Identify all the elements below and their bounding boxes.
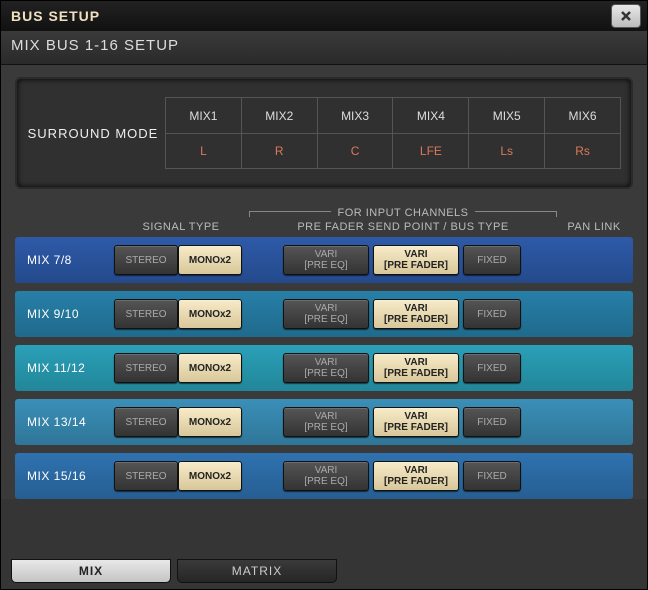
btn-line2: [PRE FADER] (384, 368, 448, 379)
signal-type-group: STEREOMONOx2 (111, 461, 245, 491)
surround-mix-cell: MIX6 (545, 97, 621, 133)
surround-mode-box: SURROUND MODE MIX1 MIX2 MIX3 MIX4 MIX5 M… (15, 77, 633, 189)
bus-setup-window: BUS SETUP MIX BUS 1-16 SETUP SURROUND MO… (0, 0, 648, 590)
vari-pre-eq-button[interactable]: VARI[PRE EQ] (283, 353, 369, 383)
mono-button[interactable]: MONOx2 (178, 245, 242, 275)
mono-button[interactable]: MONOx2 (178, 461, 242, 491)
close-button[interactable] (611, 4, 641, 28)
vari-pre-eq-button[interactable]: VARI[PRE EQ] (283, 299, 369, 329)
vari-pre-fader-button[interactable]: VARI[PRE FADER] (373, 461, 459, 491)
surround-ch-cell: Ls (469, 133, 545, 169)
surround-mix-row: MIX1 MIX2 MIX3 MIX4 MIX5 MIX6 (166, 97, 621, 133)
mono-button[interactable]: MONOx2 (178, 299, 242, 329)
stereo-button[interactable]: STEREO (114, 245, 178, 275)
mono-button[interactable]: MONOx2 (178, 353, 242, 383)
body: SURROUND MODE MIX1 MIX2 MIX3 MIX4 MIX5 M… (1, 65, 647, 499)
btn-line1: VARI (404, 249, 427, 260)
btn-line1: VARI (404, 411, 427, 422)
vari-pre-fader-button[interactable]: VARI[PRE FADER] (373, 299, 459, 329)
btn-line2: [PRE FADER] (384, 476, 448, 487)
fixed-button[interactable]: FIXED (463, 299, 521, 329)
stereo-button[interactable]: STEREO (114, 407, 178, 437)
signal-type-group: STEREOMONOx2 (111, 245, 245, 275)
send-point-group: VARI[PRE EQ]VARI[PRE FADER]FIXED (245, 353, 559, 383)
btn-line2: [PRE FADER] (384, 422, 448, 433)
send-point-group: VARI[PRE EQ]VARI[PRE FADER]FIXED (245, 407, 559, 437)
surround-mix-cell: MIX4 (393, 97, 469, 133)
surround-mix-cell: MIX3 (318, 97, 394, 133)
btn-line2: [PRE EQ] (304, 368, 347, 379)
btn-line2: [PRE FADER] (384, 260, 448, 271)
mix-row: MIX 7/8STEREOMONOx2VARI[PRE EQ]VARI[PRE … (15, 237, 633, 283)
btn-line1: VARI (404, 357, 427, 368)
mix-row-label: MIX 15/16 (19, 469, 111, 483)
send-point-group: VARI[PRE EQ]VARI[PRE FADER]FIXED (245, 299, 559, 329)
stereo-button[interactable]: STEREO (114, 299, 178, 329)
send-point-group: VARI[PRE EQ]VARI[PRE FADER]FIXED (245, 245, 559, 275)
titlebar: BUS SETUP (1, 1, 647, 31)
vari-pre-fader-button[interactable]: VARI[PRE FADER] (373, 407, 459, 437)
tab-mix[interactable]: MIX (11, 559, 171, 583)
vari-pre-eq-button[interactable]: VARI[PRE EQ] (283, 245, 369, 275)
mix-row: MIX 11/12STEREOMONOx2VARI[PRE EQ]VARI[PR… (15, 345, 633, 391)
btn-line1: VARI (404, 303, 427, 314)
btn-line1: VARI (315, 465, 338, 476)
window-subtitle: MIX BUS 1-16 SETUP (1, 31, 647, 65)
vari-pre-fader-button[interactable]: VARI[PRE FADER] (373, 245, 459, 275)
surround-ch-cell: R (242, 133, 318, 169)
fixed-button[interactable]: FIXED (463, 353, 521, 383)
stereo-button[interactable]: STEREO (114, 353, 178, 383)
btn-line1: VARI (404, 465, 427, 476)
btn-line2: [PRE EQ] (304, 260, 347, 271)
fixed-button[interactable]: FIXED (463, 461, 521, 491)
mix-row-label: MIX 11/12 (19, 361, 111, 375)
header-for-input: FOR INPUT CHANNELS PRE FADER SEND POINT … (249, 207, 557, 233)
signal-type-group: STEREOMONOx2 (111, 407, 245, 437)
header-for-input-title: FOR INPUT CHANNELS (331, 207, 474, 219)
mono-button[interactable]: MONOx2 (178, 407, 242, 437)
btn-line1: VARI (315, 357, 338, 368)
window-title: BUS SETUP (11, 8, 100, 24)
vari-pre-fader-button[interactable]: VARI[PRE FADER] (373, 353, 459, 383)
header-signal-type: SIGNAL TYPE (113, 221, 249, 233)
close-icon (620, 10, 632, 22)
surround-ch-cell: LFE (393, 133, 469, 169)
btn-line1: VARI (315, 303, 338, 314)
signal-type-group: STEREOMONOx2 (111, 353, 245, 383)
btn-line2: [PRE FADER] (384, 314, 448, 325)
vari-pre-eq-button[interactable]: VARI[PRE EQ] (283, 461, 369, 491)
surround-grid: MIX1 MIX2 MIX3 MIX4 MIX5 MIX6 L R C LFE … (165, 97, 621, 169)
btn-line2: [PRE EQ] (304, 422, 347, 433)
btn-line1: VARI (315, 411, 338, 422)
fixed-button[interactable]: FIXED (463, 407, 521, 437)
surround-ch-cell: Rs (545, 133, 621, 169)
mix-rows: MIX 7/8STEREOMONOx2VARI[PRE EQ]VARI[PRE … (15, 237, 633, 499)
fixed-button[interactable]: FIXED (463, 245, 521, 275)
header-send-point: PRE FADER SEND POINT / BUS TYPE (249, 221, 557, 233)
btn-line1: VARI (315, 249, 338, 260)
send-point-group: VARI[PRE EQ]VARI[PRE FADER]FIXED (245, 461, 559, 491)
btn-line2: [PRE EQ] (304, 476, 347, 487)
bottom-tabs: MIX MATRIX (11, 559, 337, 583)
surround-mix-cell: MIX5 (469, 97, 545, 133)
header-pan-link: PAN LINK (557, 221, 631, 233)
signal-type-group: STEREOMONOx2 (111, 299, 245, 329)
surround-ch-cell: C (318, 133, 394, 169)
surround-mode-label: SURROUND MODE (27, 126, 159, 141)
tab-matrix[interactable]: MATRIX (177, 559, 337, 583)
stereo-button[interactable]: STEREO (114, 461, 178, 491)
mix-row-label: MIX 13/14 (19, 415, 111, 429)
btn-line2: [PRE EQ] (304, 314, 347, 325)
mix-row-label: MIX 7/8 (19, 253, 111, 267)
surround-channel-row: L R C LFE Ls Rs (166, 133, 621, 169)
surround-mix-cell: MIX1 (166, 97, 242, 133)
column-headers: SIGNAL TYPE FOR INPUT CHANNELS PRE FADER… (15, 207, 633, 237)
mix-row-label: MIX 9/10 (19, 307, 111, 321)
vari-pre-eq-button[interactable]: VARI[PRE EQ] (283, 407, 369, 437)
mix-row: MIX 9/10STEREOMONOx2VARI[PRE EQ]VARI[PRE… (15, 291, 633, 337)
surround-ch-cell: L (166, 133, 242, 169)
mix-row: MIX 13/14STEREOMONOx2VARI[PRE EQ]VARI[PR… (15, 399, 633, 445)
surround-mix-cell: MIX2 (242, 97, 318, 133)
mix-row: MIX 15/16STEREOMONOx2VARI[PRE EQ]VARI[PR… (15, 453, 633, 499)
